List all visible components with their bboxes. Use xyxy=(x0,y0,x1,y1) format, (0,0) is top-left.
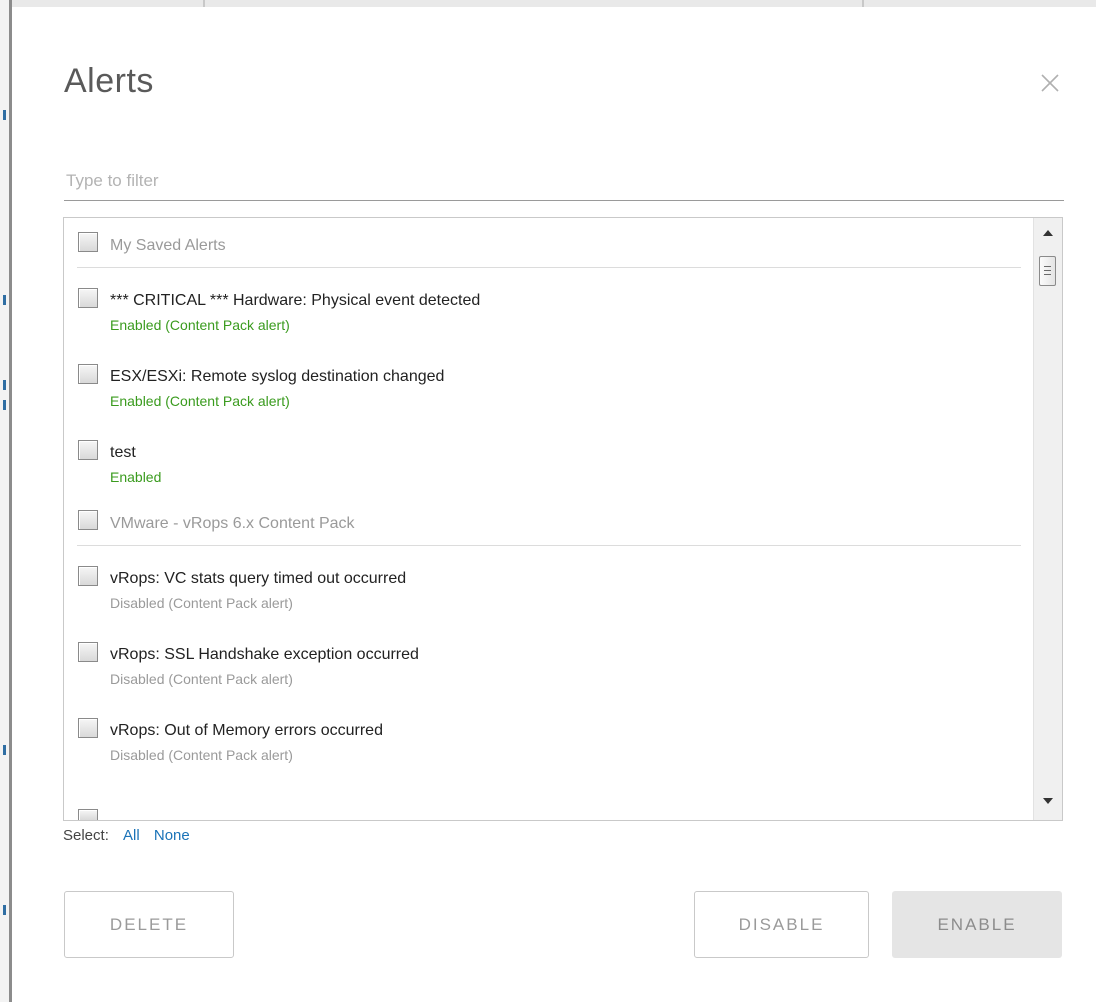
alert-status: Enabled xyxy=(110,469,162,485)
select-controls: Select: All None xyxy=(63,827,190,844)
alert-checkbox[interactable] xyxy=(78,566,98,586)
alert-title: vRops: Out of Memory errors occurred xyxy=(110,722,383,739)
alert-row: test Enabled xyxy=(77,420,1021,496)
background-marker xyxy=(3,380,6,390)
alerts-list-content: My Saved Alerts *** CRITICAL *** Hardwar… xyxy=(64,218,1034,774)
group-label: My Saved Alerts xyxy=(110,237,226,254)
group-label: VMware - vRops 6.x Content Pack xyxy=(110,515,355,532)
dialog-title: Alerts xyxy=(64,62,154,100)
select-label: Select: xyxy=(63,827,109,844)
scroll-thumb[interactable] xyxy=(1039,256,1056,286)
select-all-link[interactable]: All xyxy=(123,827,140,844)
alert-row: vRops: SSL Handshake exception occurred … xyxy=(77,622,1021,698)
group-row: My Saved Alerts xyxy=(77,218,1021,268)
enable-button[interactable]: ENABLE xyxy=(892,891,1062,958)
scroll-down-arrow-icon[interactable] xyxy=(1043,798,1053,804)
alert-checkbox[interactable] xyxy=(78,718,98,738)
alert-title: vRops: SSL Handshake exception occurred xyxy=(110,646,419,663)
scroll-up-arrow-icon[interactable] xyxy=(1043,230,1053,236)
background-app-header xyxy=(0,0,1096,7)
filter-input[interactable] xyxy=(64,162,1064,201)
alert-status: Enabled (Content Pack alert) xyxy=(110,317,290,333)
alert-row: ESX/ESXi: Remote syslog destination chan… xyxy=(77,344,1021,420)
group-checkbox[interactable] xyxy=(78,510,98,530)
background-divider xyxy=(862,0,864,7)
background-marker xyxy=(3,905,6,915)
alerts-list: My Saved Alerts *** CRITICAL *** Hardwar… xyxy=(63,217,1063,821)
background-marker xyxy=(3,745,6,755)
alert-status: Disabled (Content Pack alert) xyxy=(110,747,293,763)
alert-checkbox[interactable] xyxy=(78,288,98,308)
list-scrollbar[interactable] xyxy=(1033,218,1062,820)
disable-button[interactable]: DISABLE xyxy=(694,891,869,958)
background-marker xyxy=(3,400,6,410)
alert-row: vRops: Out of Memory errors occurred Dis… xyxy=(77,698,1021,774)
alert-title: test xyxy=(110,444,136,461)
alert-row: vRops: VC stats query timed out occurred… xyxy=(77,546,1021,622)
background-divider xyxy=(203,0,205,7)
alert-status: Enabled (Content Pack alert) xyxy=(110,393,290,409)
alert-title: vRops: VC stats query timed out occurred xyxy=(110,570,407,587)
close-button[interactable] xyxy=(1036,69,1064,97)
background-marker xyxy=(3,295,6,305)
group-row: VMware - vRops 6.x Content Pack xyxy=(77,496,1021,546)
alert-checkbox[interactable] xyxy=(78,440,98,460)
alert-status: Disabled (Content Pack alert) xyxy=(110,671,293,687)
select-none-link[interactable]: None xyxy=(154,827,190,844)
close-icon xyxy=(1041,74,1059,92)
alerts-dialog: Alerts My Saved Alerts *** CRITICAL *** … xyxy=(12,7,1096,1002)
alert-checkbox[interactable] xyxy=(78,642,98,662)
alert-status: Disabled (Content Pack alert) xyxy=(110,595,293,611)
alert-row: *** CRITICAL *** Hardware: Physical even… xyxy=(77,268,1021,344)
background-marker xyxy=(3,110,6,120)
alert-checkbox[interactable] xyxy=(78,809,98,820)
alert-title: *** CRITICAL *** Hardware: Physical even… xyxy=(110,292,481,309)
alert-checkbox[interactable] xyxy=(78,364,98,384)
alert-title: ESX/ESXi: Remote syslog destination chan… xyxy=(110,368,445,385)
group-checkbox[interactable] xyxy=(78,232,98,252)
delete-button[interactable]: DELETE xyxy=(64,891,234,958)
